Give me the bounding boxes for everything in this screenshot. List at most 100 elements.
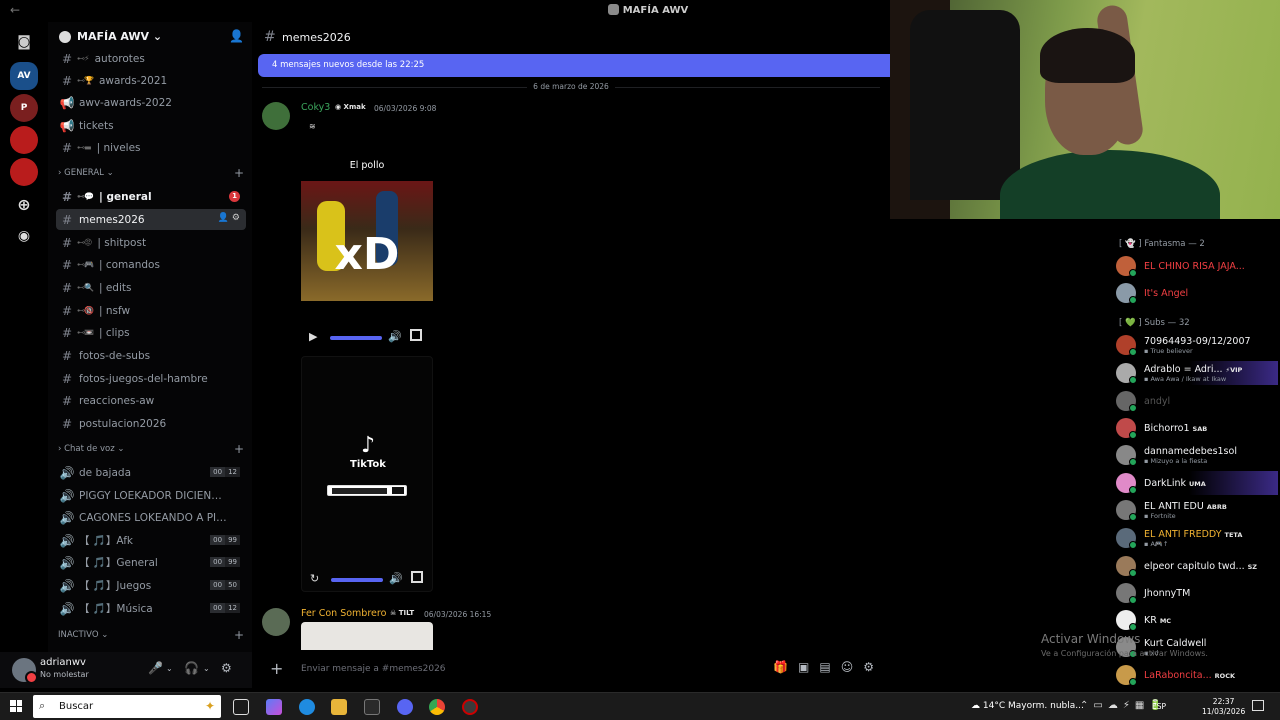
member-item[interactable]: elpeor capitulo twd... SZ: [1116, 554, 1278, 578]
member-item[interactable]: JhonnyTM: [1116, 581, 1278, 605]
new-messages-bar[interactable]: 4 mensajes nuevos desde las 22:25: [258, 54, 890, 77]
server-icon[interactable]: [10, 158, 38, 186]
member-item[interactable]: KR MC: [1116, 608, 1278, 632]
channel-item[interactable]: 🔊 【 🎵】Juegos 00 50: [56, 575, 246, 596]
avatar[interactable]: [262, 102, 290, 130]
settings-gear-icon[interactable]: ⚙: [232, 213, 240, 223]
discord-home-icon[interactable]: ◙: [10, 28, 38, 56]
channel-item[interactable]: # fotos-de-subs: [56, 345, 246, 366]
play-icon[interactable]: ▶: [309, 330, 317, 343]
member-tag: TETA: [1224, 531, 1243, 539]
fullscreen-icon[interactable]: [410, 329, 422, 341]
member-item[interactable]: Bichorro1 SAB: [1116, 416, 1278, 440]
discord-icon[interactable]: [397, 699, 413, 715]
member-item[interactable]: 70964493-09/12/2007 ▪ True believer: [1116, 333, 1278, 357]
task-view-icon[interactable]: [233, 699, 249, 715]
channel-item[interactable]: # ⊷▬ | niveles: [56, 137, 246, 158]
channel-item[interactable]: 📢 tickets: [56, 115, 246, 136]
volume-icon[interactable]: 🔊: [389, 572, 403, 585]
emoji-icon[interactable]: ☺: [841, 660, 864, 674]
invite-icon[interactable]: 👤: [229, 29, 244, 43]
channel-category[interactable]: › GENERAL ⌄ +: [58, 166, 244, 180]
member-item[interactable]: EL ANTI FREDDY TETA ▪ A🎮↑: [1116, 526, 1278, 550]
member-item[interactable]: Adrablo = Adri... ⚡VIP ▪ Awa Awa / Ikaw at…: [1116, 361, 1278, 385]
add-server-icon[interactable]: ⊕: [10, 190, 38, 218]
channel-item[interactable]: # ⊷🔍 | edits: [56, 277, 246, 298]
channel-item[interactable]: 🔊 【 🎵】Afk 00 99: [56, 530, 246, 551]
channel-item[interactable]: 🔊 PIGGY LOEKADOR DICIENGO G...: [56, 485, 246, 506]
channel-item[interactable]: # ⊷📼 | clips: [56, 322, 246, 343]
avatar[interactable]: [12, 658, 38, 684]
replay-icon[interactable]: ↻: [310, 572, 319, 585]
hash-icon: #: [61, 348, 73, 363]
obs-icon[interactable]: [462, 699, 478, 715]
taskbar-search[interactable]: ⌕ Buscar ✦: [33, 695, 221, 718]
settings-gear-icon[interactable]: ⚙: [221, 661, 232, 675]
message-author[interactable]: Coky3: [301, 102, 330, 113]
notifications-icon[interactable]: [1252, 700, 1264, 711]
copilot-icon[interactable]: [266, 699, 282, 715]
channel-item[interactable]: # ⊷🎮 | comandos: [56, 254, 246, 275]
gift-icon[interactable]: 🎁: [773, 660, 798, 674]
edge-icon[interactable]: [299, 699, 315, 715]
avatar: [1116, 473, 1137, 494]
invite-icon[interactable]: 👤: [218, 213, 229, 223]
chevron-down-icon[interactable]: ⌄: [203, 664, 210, 673]
channel-item[interactable]: # ⊷🔞 | nsfw: [56, 300, 246, 321]
volume-slider[interactable]: [331, 578, 383, 582]
apps-icon[interactable]: ⚙: [863, 660, 884, 674]
weather-widget[interactable]: ☁ 14°C Mayorm. nubla...: [971, 701, 1084, 711]
channel-item[interactable]: # ⊷🏆 awards-2021: [56, 70, 246, 91]
member-item[interactable]: dannamedebes1sol ▪ Mizuyo a la fiesta: [1116, 443, 1278, 467]
add-channel-icon[interactable]: +: [234, 628, 244, 642]
channel-item[interactable]: 🔊 CAGONES LOKEANDO A PIGGY ...: [56, 507, 246, 528]
channel-category[interactable]: INACTIVO ⌄ +: [58, 628, 244, 642]
add-channel-icon[interactable]: +: [234, 442, 244, 456]
channel-category[interactable]: › Chat de voz ⌄ +: [58, 442, 244, 456]
windows-start-icon[interactable]: [10, 700, 22, 712]
channel-item[interactable]: # reacciones-aw: [56, 390, 246, 411]
message-input[interactable]: Enviar mensaje a #memes2026: [301, 664, 446, 674]
sticker-icon[interactable]: ▤: [819, 660, 840, 674]
channel-item[interactable]: # ⊷💬 | general 1: [56, 186, 246, 207]
channel-item[interactable]: 🔊 【 🎵】Música 00 12: [56, 598, 246, 619]
server-header[interactable]: MAFÍA AWV ⌄ 👤: [48, 22, 252, 54]
image-attachment[interactable]: [301, 622, 433, 650]
channel-item[interactable]: 🔊 de bajada 00 12: [56, 462, 246, 483]
gif-icon[interactable]: ▣: [798, 660, 819, 674]
microphone-icon[interactable]: 🎤: [148, 661, 163, 675]
member-item[interactable]: LaRaboncita... ROCK: [1116, 663, 1278, 687]
fullscreen-icon[interactable]: [411, 571, 423, 583]
server-icon[interactable]: [10, 126, 38, 154]
add-channel-icon[interactable]: +: [234, 166, 244, 180]
store-icon[interactable]: [364, 699, 380, 715]
video-embed[interactable]: ♪ TikTok ↻ 🔊: [301, 356, 433, 592]
volume-icon[interactable]: 🔊: [388, 330, 402, 343]
channel-item[interactable]: 🔊 【 🎵】General 00 99: [56, 552, 246, 573]
message-author[interactable]: Fer Con Sombrero: [301, 608, 386, 619]
member-item[interactable]: EL CHINO RISA JAJA...: [1116, 254, 1278, 278]
headphones-icon[interactable]: 🎧: [184, 661, 199, 675]
channel-name: fotos-juegos-del-hambre: [79, 372, 208, 385]
channel-item[interactable]: # memes2026 👤 ⚙: [56, 209, 246, 230]
member-item[interactable]: EL ANTI EDU ABRB ▪ Fortnite: [1116, 498, 1278, 522]
server-team-av-icon[interactable]: AV: [10, 62, 38, 90]
channel-item[interactable]: # ⊷😡 | shitpost: [56, 232, 246, 253]
file-explorer-icon[interactable]: [331, 699, 347, 715]
input-language[interactable]: ESP: [1152, 702, 1166, 711]
member-item[interactable]: DarkLink UMA: [1116, 471, 1278, 495]
add-attachment-icon[interactable]: +: [270, 659, 283, 678]
clock[interactable]: 22:37 11/03/2026: [1202, 697, 1245, 717]
channel-item[interactable]: 📢 awv-awards-2022: [56, 92, 246, 113]
channel-item[interactable]: # fotos-juegos-del-hambre: [56, 368, 246, 389]
channel-item[interactable]: # postulacion2026: [56, 413, 246, 434]
member-item[interactable]: andyl: [1116, 389, 1278, 413]
chevron-down-icon[interactable]: ⌄: [166, 664, 173, 673]
volume-slider[interactable]: [330, 336, 382, 340]
server-peru-icon[interactable]: P: [10, 94, 38, 122]
avatar[interactable]: [262, 608, 290, 636]
chrome-icon[interactable]: [429, 699, 445, 715]
video-embed[interactable]: ≋ El pollo xD ▶ 🔊: [301, 116, 433, 352]
discover-icon[interactable]: ◉: [10, 222, 38, 250]
member-item[interactable]: It's Angel: [1116, 281, 1278, 305]
